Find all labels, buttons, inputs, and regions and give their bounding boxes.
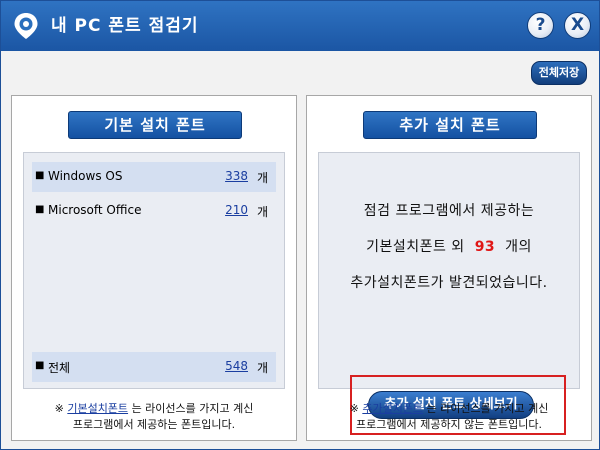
note-text: 는 라이선스를 가지고 계신: [131, 402, 254, 415]
save-all-button[interactable]: 전체저장: [531, 61, 587, 85]
message-text: 기본설치폰트 외: [366, 239, 465, 255]
note-text: 는 라이선스를 가지고 계신: [426, 402, 549, 415]
question-icon: ?: [535, 15, 546, 35]
note-line-2: 프로그램에서 제공하는 폰트입니다.: [72, 418, 236, 431]
microsoft-office-count-link[interactable]: 210: [225, 203, 248, 217]
message-line-3: 추가설치폰트가 발견되었습니다.: [350, 275, 548, 291]
font-row-label: Windows OS: [48, 169, 123, 183]
additional-font-count: 93: [474, 239, 496, 255]
close-icon: X: [570, 15, 585, 35]
title-bar[interactable]: 내 PC 폰트 점검기 ? X: [1, 1, 599, 51]
square-bullet-icon: ■: [35, 204, 45, 215]
window-title: 내 PC 폰트 점검기: [51, 16, 199, 36]
default-fonts-list: ■ Windows OS 338 개 ■ Microsoft Office 21…: [23, 152, 285, 389]
font-row-windows-os: ■ Windows OS 338 개: [32, 162, 276, 192]
note-line-2: 프로그램에서 제공하지 않는 폰트입니다.: [355, 418, 543, 431]
font-row-unit: 개: [256, 205, 268, 219]
message-text: 개의: [505, 239, 532, 255]
help-button[interactable]: ?: [527, 12, 554, 39]
default-fonts-panel: 기본 설치 폰트 ■ Windows OS 338 개 ■ Microsoft …: [11, 95, 297, 441]
note-mark: ※: [349, 402, 359, 415]
note-line-1: ※ 추가설치폰트 는 라이선스를 가지고 계신: [307, 401, 591, 417]
windows-os-count-link[interactable]: 338: [225, 169, 248, 183]
font-row-unit: 개: [256, 171, 268, 185]
font-row-unit: 개: [256, 361, 268, 375]
default-fonts-note: ※ 기본설치폰트 는 라이선스를 가지고 계신 프로그램에서 제공하는 폰트입니…: [12, 401, 296, 433]
app-logo-icon: [14, 13, 38, 39]
note-mark: ※: [54, 402, 64, 415]
message-line-2: 기본설치폰트 외 93 개의: [319, 236, 579, 256]
total-count-link[interactable]: 548: [225, 359, 248, 373]
font-row-label: Microsoft Office: [48, 203, 142, 217]
additional-fonts-message-box: 점검 프로그램에서 제공하는 기본설치폰트 외 93 개의 추가설치폰트가 발견되었…: [318, 152, 580, 435]
additional-fonts-note-link[interactable]: 추가설치폰트: [362, 402, 423, 415]
default-fonts-title: 기본 설치 폰트: [68, 111, 242, 139]
note-line-1: ※ 기본설치폰트 는 라이선스를 가지고 계신: [12, 401, 296, 417]
additional-fonts-note: ※ 추가설치폰트 는 라이선스를 가지고 계신 프로그램에서 제공하지 않는 폰…: [307, 401, 591, 433]
square-bullet-icon: ■: [35, 360, 45, 371]
additional-fonts-panel: 추가 설치 폰트 점검 프로그램에서 제공하는 기본설치폰트 외 93 개의 추가설…: [306, 95, 592, 441]
font-row-label: 전체: [48, 361, 71, 375]
app-window: 내 PC 폰트 점검기 ? X 전체저장 기본 설치 폰트 ■ Windows …: [0, 0, 600, 450]
message-line-1: 점검 프로그램에서 제공하는: [363, 203, 535, 219]
square-bullet-icon: ■: [35, 170, 45, 181]
additional-fonts-title: 추가 설치 폰트: [363, 111, 537, 139]
close-button[interactable]: X: [564, 12, 591, 39]
default-fonts-note-link[interactable]: 기본설치폰트: [67, 402, 128, 415]
font-row-total: ■ 전체 548 개: [32, 352, 276, 382]
font-row-microsoft-office: ■ Microsoft Office 210 개: [32, 196, 276, 226]
